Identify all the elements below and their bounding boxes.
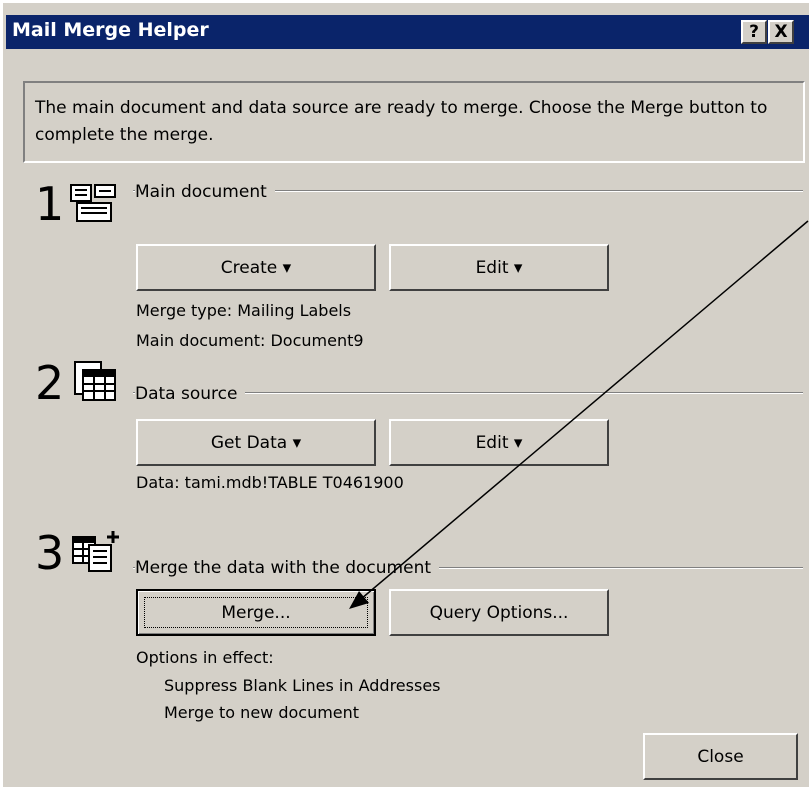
annotation-arrow	[349, 220, 809, 609]
mail-merge-helper-dialog: Mail Merge Helper ? X The main document …	[0, 0, 809, 787]
